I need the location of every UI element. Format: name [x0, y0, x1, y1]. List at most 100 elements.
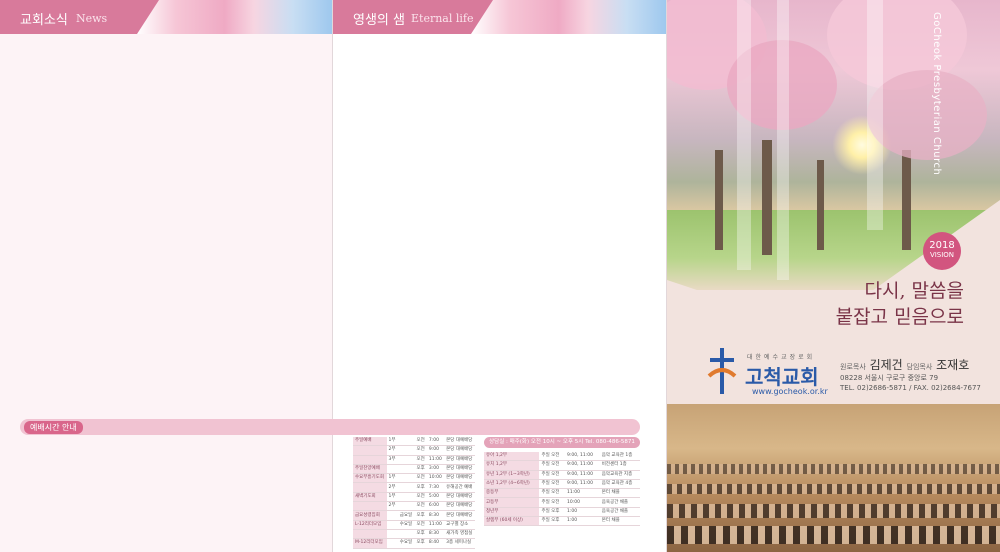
service-day: 수요일 [397, 538, 415, 549]
service-hour: 5:00 [426, 492, 445, 503]
service-name: 금요성령집회 [353, 510, 387, 521]
news-header: 교회소식 News [0, 0, 332, 34]
service-day [397, 529, 415, 540]
service-day [397, 464, 415, 475]
department-hour: 9:00, 11:00 [565, 460, 600, 471]
life-subtitle: Eternal life [411, 12, 474, 25]
service-hour: 7:00 [426, 437, 445, 447]
congregation-photo [667, 404, 1000, 552]
vision-year: 2018 [929, 240, 955, 251]
department-name: 유아 1,2부 [484, 452, 540, 462]
service-hour: 10:00 [426, 473, 445, 484]
service-part: 1부 [386, 473, 398, 484]
service-hour: 3:00 [426, 464, 445, 475]
service-name [353, 455, 387, 465]
service-part [386, 520, 398, 530]
service-place: 본당 대예배당 [444, 492, 475, 503]
table-row: 수요부흥기도회 1부 오전 10:00 본당 대예배당 [353, 473, 475, 484]
service-place: 새가족 영접실 [444, 529, 475, 540]
department-hour: 1:00 [565, 507, 600, 518]
service-part [386, 510, 398, 521]
service-day [397, 492, 415, 503]
service-place: 본당 대예배당 [444, 464, 475, 475]
service-name: 주일예배 [353, 437, 387, 447]
pastor2-name: 조재호 [936, 358, 970, 372]
department-name: 소년 1,2부 (4~6학년) [484, 479, 540, 490]
department-time: 주일 오전 [539, 470, 566, 480]
service-place: 본당 대예배당 [444, 455, 475, 465]
service-name [353, 445, 387, 456]
life-header: 영생의 샘 Eternal life [333, 0, 666, 34]
table-row: 고등부 주일 오전 10:00 음육공간 채플 [484, 497, 640, 508]
service-part: 2부 [386, 482, 398, 493]
news-title: 교회소식 [20, 13, 68, 28]
pastor1-title: 원로목사 [840, 363, 866, 371]
table-row: 2부 오후 7:30 유해공간 예배 [353, 482, 475, 493]
table-row: 3부 오전 11:00 본당 대예배당 [353, 455, 475, 465]
life-title: 영생의 샘 [353, 13, 405, 28]
table-row: 오후 8:30 새가족 영접실 [353, 529, 475, 540]
service-time: 오전 [414, 437, 427, 447]
service-time: 오전 [414, 492, 427, 503]
service-time: 오후 [414, 482, 427, 493]
department-time: 주일 오전 [539, 479, 566, 490]
department-time: 주일 오전 [539, 460, 566, 471]
service-time: 오전 [414, 520, 427, 530]
pastor1-name: 김제건 [869, 358, 903, 372]
service-place: 본당 대예배당 [444, 473, 475, 484]
table-row: 청년부 주일 오후 1:00 음육공간 채플 [484, 507, 640, 518]
service-day [397, 437, 415, 447]
blossom-banner [471, 0, 666, 34]
worship-title-bar: 예배시간 안내 [20, 419, 640, 435]
service-name: 주일찬양예배 [353, 464, 387, 475]
service-place: 3층 세미나실 [444, 538, 475, 549]
department-time: 주일 오전 [539, 488, 566, 499]
service-part: 2부 [386, 445, 398, 456]
department-place: 본터 채플 [599, 488, 640, 499]
department-hour: 1:00 [565, 516, 600, 527]
service-place: 유해공간 예배 [444, 482, 475, 493]
department-hour: 11:00 [565, 488, 600, 499]
department-name: 살렘부 (60세 이상) [484, 516, 540, 527]
service-part: 3부 [386, 455, 398, 465]
pastor-names: 원로목사 김제건 담임목사 조재호 [840, 356, 969, 373]
service-hour: 7:30 [426, 482, 445, 493]
department-hour: 9:00, 11:00 [565, 470, 600, 480]
service-part: 2부 [386, 501, 398, 512]
table-row: 주일찬양예배 오후 3:00 본당 대예배당 [353, 464, 475, 475]
service-time: 오후 [414, 510, 427, 521]
church-url[interactable]: www.gocheok.or.kr [752, 387, 828, 396]
service-place: 본당 대예배당 [444, 510, 475, 521]
department-place: 음육공간 채플 [599, 507, 640, 518]
service-place: 본당 대예배당 [444, 445, 475, 456]
department-place: 음육공간 채플 [599, 497, 640, 508]
service-day [397, 473, 415, 484]
department-hour: 9:00, 11:00 [565, 452, 600, 462]
department-place: 비전센터 1층 [599, 460, 640, 471]
service-part: 1부 [386, 492, 398, 503]
department-place: 음악 교육관 4층 [599, 479, 640, 490]
service-time: 오전 [414, 445, 427, 456]
service-hour: 8:30 [426, 510, 445, 521]
table-row: 유치 1,2부 주일 오전 9:00, 11:00 비전센터 1층 [484, 460, 640, 471]
table-row: 금요성령집회 금요일 오후 8:30 본당 대예배당 [353, 510, 475, 521]
church-name: 고척교회 [745, 365, 819, 389]
service-time: 오후 [414, 464, 427, 475]
table-row: 유아 1,2부 주일 오전 9:00, 11:00 음악 교육관 1층 [484, 452, 640, 462]
service-day [397, 455, 415, 465]
service-day [397, 501, 415, 512]
service-name [353, 529, 387, 540]
church-name-vertical: GoCheok Presbyterian Church [931, 12, 942, 176]
contact-numbers: TEL. 02)2686-5871 / FAX. 02)2684-7677 [840, 384, 981, 392]
department-time: 주일 오전 [539, 497, 566, 508]
worship-table-school: 유아 1,2부 주일 오전 9:00, 11:00 음악 교육관 1층 유치 1,2부 주… [484, 452, 640, 527]
slogan-line1: 다시, 말씀을 [864, 280, 964, 302]
news-panel: 교회소식 News [0, 0, 332, 552]
table-row: M-12리더모임 수요일 오후 8:40 3층 세미나실 [353, 538, 475, 549]
service-hour: 8:30 [426, 529, 445, 540]
table-row: 살렘부 (60세 이상) 주일 오후 1:00 본터 채플 [484, 516, 640, 527]
service-name: 수요부흥기도회 [353, 473, 387, 484]
blossom-banner [137, 0, 332, 34]
department-hour: 10:00 [565, 497, 600, 508]
table-row: 2부 오전 6:00 본당 대예배당 [353, 501, 475, 512]
